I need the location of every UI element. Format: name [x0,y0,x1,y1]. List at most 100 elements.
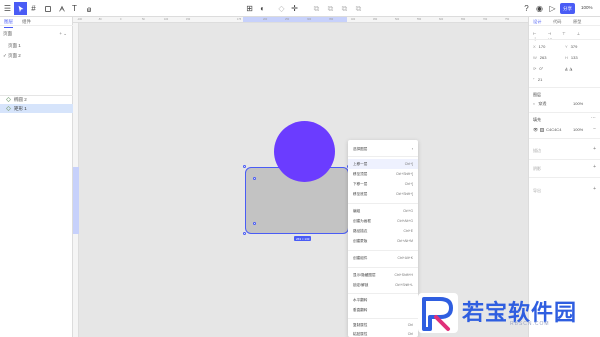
menu-item-outline-stroke[interactable]: 路径描边 Ctrl+E [348,226,418,236]
move-tool-icon[interactable] [14,2,27,15]
hand-tool-icon[interactable] [82,2,95,15]
resize-handle[interactable] [243,232,246,235]
menu-item-paste-properties[interactable]: 粘贴属性 Ctrl [348,329,418,337]
menu-item-flip-horizontal[interactable]: 水平翻转 [348,295,418,305]
remove-fill-icon[interactable]: − [593,126,596,132]
preview-icon[interactable]: ◉ [533,2,546,15]
menu-item-send-backward[interactable]: 下移一层 Ctrl+[ [348,179,418,189]
play-icon[interactable]: ▷ [546,2,559,15]
fill-section-title: 填充 [533,117,541,122]
menu-item-shortcut: Ctrl+Shift+] [396,172,413,176]
help-icon[interactable]: ? [520,2,533,15]
ruler-tick: 250 [285,18,290,21]
menu-item-group[interactable]: 编组 Ctrl+G [348,206,418,216]
fill-swatch[interactable] [540,127,545,132]
link-icon-2[interactable]: ⧉ [324,2,337,15]
y-field[interactable]: Y 379 [565,44,577,49]
menu-item-label: 创建蒙版 [353,238,368,243]
fill-opacity-field[interactable]: 100% [573,127,583,132]
menu-item-label: 上移一层 [353,161,368,166]
menu-item-label: 移至顶层 [353,171,368,176]
rotation-field[interactable]: ⟳ 0° [533,66,543,71]
menu-item-bring-to-front[interactable]: 移至顶层 Ctrl+Shift+] [348,169,418,179]
menu-item-create-component[interactable]: 创建组件 Ctrl+Alt+K [348,253,418,263]
ruler-tick: 175 [237,18,242,21]
menu-separator [348,318,418,319]
menu-item-create-frame[interactable]: 创建为画框 Ctrl+Alt+G [348,216,418,226]
fill-options-icon[interactable]: ⋯ [591,115,596,121]
share-button[interactable]: 分享 [560,3,575,14]
boolean-icon[interactable]: ◇ [275,2,288,15]
left-panel: 图层 组件 页面 + ⌄ 页面 1 ✓页面 2 椭圆 2 矩形 1 [0,17,73,337]
page-item-2[interactable]: ✓页面 2 [3,53,21,59]
tab-code[interactable]: 代码 [553,19,561,25]
size-badge: 263 × 133 [294,236,312,241]
menu-separator [348,203,418,204]
menu-item-toggle-visibility[interactable]: 显示/隐藏图层 Ctrl+Shift+H [348,270,418,280]
ruler-tick: 750 [505,18,510,21]
ruler-tick: 650 [461,18,466,21]
menu-item-shortcut: Ctrl [407,323,413,327]
context-menu-header[interactable]: 选择图层 › [348,144,418,154]
link-icon-4[interactable]: ⧉ [352,2,365,15]
tab-components[interactable]: 组件 [22,19,31,25]
menu-icon[interactable]: ☰ [1,2,14,15]
flip-controls[interactable]: ◭ ◮ [565,66,572,71]
corner-radius-field[interactable]: ⌜ 21 [533,77,542,82]
ellipse-shape[interactable] [274,121,335,182]
frame-tool-icon[interactable]: # [27,2,40,15]
layer-label: 椭圆 2 [14,96,27,102]
menu-item-toggle-lock[interactable]: 锁定/解锁 Ctrl+Shift+L [348,280,418,290]
add-page-button[interactable]: + ⌄ [59,31,67,37]
menu-item-bring-forward[interactable]: 上移一层 Ctrl+] [348,159,418,169]
menu-item-flip-vertical[interactable]: 垂直翻转 [348,305,418,315]
text-tool-icon[interactable]: T [68,2,81,15]
height-field[interactable]: H 133 [565,55,578,60]
ruler-tick: 300 [307,18,312,21]
radius-handle[interactable] [253,177,256,180]
menu-item-label: 水平翻转 [353,297,368,302]
menu-item-shortcut: Ctrl [407,332,413,336]
layer-label: 矩形 1 [14,105,27,111]
layer-item-rectangle[interactable]: 矩形 1 [0,104,73,113]
add-export-icon[interactable]: + [593,186,596,192]
rectangle-tool-icon[interactable] [41,2,54,15]
menu-item-shortcut: Ctrl+Shift+L [395,283,413,287]
menu-item-shortcut: Ctrl+Alt+K [397,256,413,260]
ruler-tick: 550 [417,18,422,21]
link-icon[interactable]: ⧉ [310,2,323,15]
pages-header: 页面 + ⌄ [3,31,70,37]
layer-opacity-field[interactable]: 100% [573,101,583,106]
resize-handle[interactable] [243,165,246,168]
add-stroke-icon[interactable]: + [593,146,596,152]
menu-item-label: 复制属性 [353,322,368,327]
radius-handle[interactable] [253,222,256,225]
ruler-tick: 450 [373,18,378,21]
mask-icon[interactable]: ◐ [256,2,269,15]
align-icon[interactable]: ✛ [288,2,301,15]
menu-item-shortcut: Ctrl+G [403,209,413,213]
ruler-tick: -50 [98,18,102,21]
pen-tool-icon[interactable] [55,2,68,15]
ruler-tick: 200 [263,18,268,21]
zoom-level[interactable]: 100% [581,5,593,10]
page-item-1[interactable]: 页面 1 [3,43,21,49]
chevron-right-icon: › [411,147,413,151]
add-effect-icon[interactable]: + [593,164,596,170]
menu-item-send-to-back[interactable]: 移至底层 Ctrl+Shift+[ [348,189,418,199]
component-icon[interactable]: ⊞ [243,2,256,15]
top-toolbar: ☰ # T ⊞ ◐ ◇ ✛ ⧉ ⧉ ⧉ ⧉ ? ◉ ▷ 分享 100% [0,0,600,17]
blend-mode-select[interactable]: ◐ 穿透 [533,101,546,107]
fill-color-field[interactable]: 👁 C4C4C4 [533,127,561,132]
tab-design[interactable]: 设计 [533,19,541,25]
export-section-title: 导出 [533,188,541,193]
tab-layers[interactable]: 图层 [4,19,13,28]
tab-prototype[interactable]: 原型 [573,19,581,25]
width-field[interactable]: W 263 [533,55,546,60]
menu-item-create-mask[interactable]: 创建蒙版 Ctrl+Alt+M [348,236,418,246]
eye-icon[interactable]: 👁 [533,127,538,132]
link-icon-3[interactable]: ⧉ [338,2,351,15]
context-menu-header-label: 选择图层 [353,146,368,151]
layer-item-ellipse[interactable]: 椭圆 2 [0,95,73,104]
x-field[interactable]: X 170 [533,44,545,49]
